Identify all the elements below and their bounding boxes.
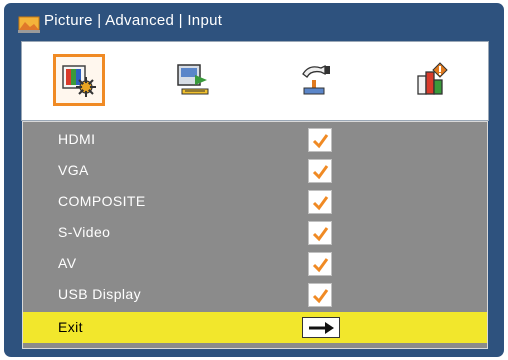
input-row-composite[interactable]: COMPOSITE xyxy=(23,186,487,217)
osd-menu: Picture | Advanced | Input HDMI VGA COMP… xyxy=(4,3,504,357)
picture-menu-icon xyxy=(18,15,40,33)
input-label: AV xyxy=(58,255,77,271)
check-icon xyxy=(312,289,329,304)
category-tab-bar xyxy=(21,41,489,121)
check-icon xyxy=(312,196,329,211)
picture-settings-icon xyxy=(62,65,96,97)
input-label: HDMI xyxy=(58,131,96,147)
input-label: S-Video xyxy=(58,224,111,240)
input-checkbox[interactable] xyxy=(308,159,332,183)
input-checkbox[interactable] xyxy=(308,190,332,214)
check-icon xyxy=(312,165,329,180)
tab-picture[interactable] xyxy=(53,54,105,106)
input-checkbox[interactable] xyxy=(308,221,332,245)
input-label: VGA xyxy=(58,162,89,178)
arrow-right-icon xyxy=(309,322,334,334)
check-icon xyxy=(312,134,329,149)
input-source-list: HDMI VGA COMPOSITE S-Video AV USB Displa… xyxy=(22,121,488,349)
input-label: COMPOSITE xyxy=(58,193,146,209)
page-title: Picture | Advanced | Input xyxy=(44,12,223,29)
exit-row[interactable]: Exit xyxy=(23,312,487,343)
input-row-av[interactable]: AV xyxy=(23,248,487,279)
setup-icon xyxy=(302,64,330,95)
tab-options[interactable] xyxy=(406,54,458,106)
input-checkbox[interactable] xyxy=(308,252,332,276)
check-icon xyxy=(312,227,329,242)
exit-button[interactable] xyxy=(302,317,340,338)
display-settings-icon xyxy=(177,64,209,95)
exit-label: Exit xyxy=(58,319,83,335)
input-checkbox[interactable] xyxy=(308,283,332,307)
check-icon xyxy=(312,258,329,273)
input-checkbox[interactable] xyxy=(308,128,332,152)
options-icon xyxy=(417,62,448,95)
input-row-s-video[interactable]: S-Video xyxy=(23,217,487,248)
title-bar: Picture | Advanced | Input xyxy=(4,3,504,39)
tab-setup[interactable] xyxy=(289,54,341,106)
input-row-vga[interactable]: VGA xyxy=(23,155,487,186)
input-row-usb-display[interactable]: USB Display xyxy=(23,279,487,310)
input-label: USB Display xyxy=(58,286,141,302)
input-row-hdmi[interactable]: HDMI xyxy=(23,124,487,155)
tab-display[interactable] xyxy=(168,54,220,106)
